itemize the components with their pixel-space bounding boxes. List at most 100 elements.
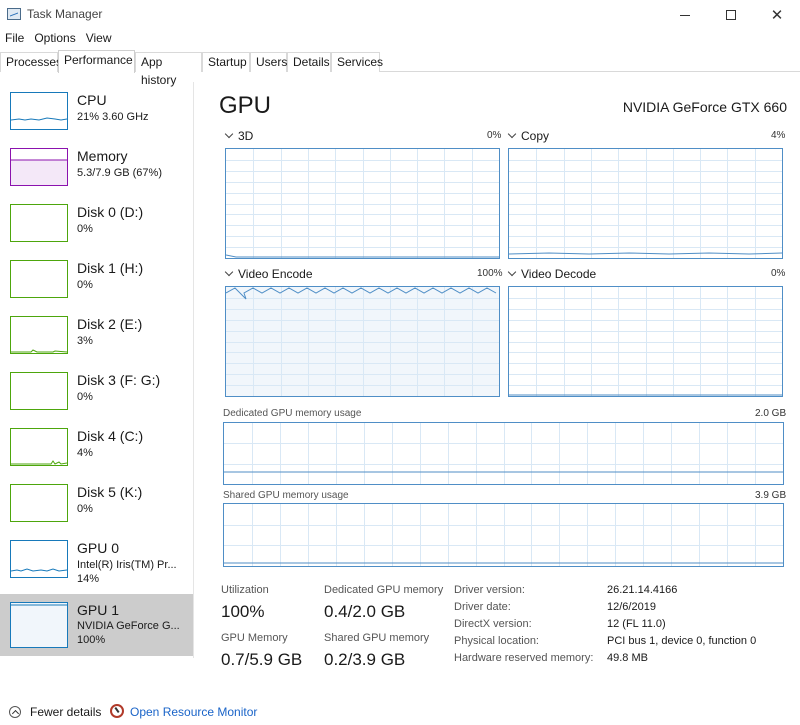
tab-app-history[interactable]: App history — [135, 52, 202, 87]
chevron-down-icon — [507, 267, 517, 277]
sidebar-item-name: Disk 1 (H:) — [77, 260, 144, 276]
graph-grid — [226, 149, 499, 258]
engine-percent: 0% — [487, 130, 502, 141]
resource-monitor-icon[interactable] — [110, 704, 124, 718]
engine-video-decode-graph — [508, 286, 783, 397]
menu-options[interactable]: Options — [29, 30, 80, 48]
sidebar-item-detail: Intel(R) Iris(TM) Pr... — [77, 559, 177, 571]
sidebar-item-name: Disk 0 (D:) — [77, 204, 144, 220]
driver-version-value: 26.21.14.4166 — [607, 584, 678, 596]
chevron-down-icon — [224, 267, 234, 277]
chevron-down-icon — [224, 129, 234, 139]
sidebar-item-detail: 0% — [77, 391, 93, 403]
engine-label: 3D — [238, 129, 254, 143]
close-button[interactable]: ✕ — [754, 0, 800, 30]
engine-copy-selector[interactable]: Copy — [507, 129, 550, 143]
engine-video-encode-selector[interactable]: Video Encode — [224, 267, 313, 281]
sidebar-item-detail: 3% — [77, 335, 93, 347]
title-bar: Task Manager ✕ — [0, 0, 800, 30]
engine-percent: 0% — [771, 268, 786, 279]
maximize-button[interactable] — [708, 0, 754, 30]
sidebar-item-disk-3[interactable]: Disk 3 (F: G:) 0% — [0, 364, 193, 420]
minimize-icon — [680, 14, 690, 16]
dedicated-memory-stat-value: 0.4/2.0 GB — [324, 602, 406, 621]
tab-performance[interactable]: Performance — [58, 50, 135, 73]
engine-video-decode-selector[interactable]: Video Decode — [507, 267, 597, 281]
sidebar-item-detail: 0% — [77, 503, 93, 515]
driver-version-key: Driver version: — [454, 584, 525, 596]
sidebar-item-detail: 5.3/7.9 GB (67%) — [77, 167, 162, 179]
utilization-value: 100% — [221, 602, 265, 621]
gpu-memory-value: 0.7/5.9 GB — [221, 650, 303, 669]
tab-details[interactable]: Details — [287, 52, 331, 72]
maximize-icon — [726, 10, 736, 20]
sidebar-item-disk-5[interactable]: Disk 5 (K:) 0% — [0, 476, 193, 532]
shared-memory-max: 3.9 GB — [755, 490, 787, 501]
shared-memory-graph — [223, 503, 784, 567]
physical-location-key: Physical location: — [454, 635, 539, 647]
disk-thumbnail-graph — [10, 484, 68, 522]
graph-grid — [224, 504, 783, 566]
sidebar-item-detail: 4% — [77, 447, 93, 459]
page-title: GPU — [219, 92, 272, 119]
reserved-memory-value: 49.8 MB — [607, 652, 648, 664]
sidebar-item-name: GPU 0 — [77, 540, 120, 556]
physical-location-value: PCI bus 1, device 0, function 0 — [607, 635, 757, 647]
cpu-thumbnail-graph — [10, 92, 68, 130]
chevron-down-icon — [507, 129, 517, 139]
reserved-memory-key: Hardware reserved memory: — [454, 652, 594, 664]
sidebar-item-name: Disk 2 (E:) — [77, 316, 143, 332]
engine-video-encode-graph — [225, 286, 500, 397]
sidebar-item-cpu[interactable]: CPU 21% 3.60 GHz — [0, 84, 193, 140]
graph-grid — [226, 287, 499, 396]
close-icon: ✕ — [770, 6, 784, 24]
driver-date-value: 12/6/2019 — [607, 601, 656, 613]
sidebar-item-disk-2[interactable]: Disk 2 (E:) 3% — [0, 308, 193, 364]
gpu-model-name: NVIDIA GeForce GTX 660 — [622, 99, 787, 115]
sidebar-item-name: CPU — [77, 92, 107, 108]
open-resource-monitor-link[interactable]: Open Resource Monitor — [130, 705, 257, 719]
fewer-details-link[interactable]: Fewer details — [30, 705, 101, 719]
engine-label: Video Encode — [238, 267, 313, 281]
task-manager-icon — [7, 8, 21, 20]
footer-bar: Fewer details Open Resource Monitor — [0, 700, 800, 725]
sidebar-item-detail: NVIDIA GeForce G... — [77, 620, 180, 632]
collapse-icon[interactable] — [9, 706, 21, 718]
disk-thumbnail-graph — [10, 372, 68, 410]
engine-percent: 4% — [771, 130, 786, 141]
tab-startup[interactable]: Startup — [202, 52, 250, 72]
sidebar-item-usage: 100% — [77, 634, 106, 646]
sidebar-item-gpu-0[interactable]: GPU 0 Intel(R) Iris(TM) Pr... 14% — [0, 532, 193, 588]
window-title: Task Manager — [27, 7, 103, 21]
sidebar-item-disk-0[interactable]: Disk 0 (D:) 0% — [0, 196, 193, 252]
disk-thumbnail-graph — [10, 260, 68, 298]
sidebar-item-memory[interactable]: Memory 5.3/7.9 GB (67%) — [0, 140, 193, 196]
sidebar-item-disk-4[interactable]: Disk 4 (C:) 4% — [0, 420, 193, 476]
sidebar-item-gpu-1[interactable]: GPU 1 NVIDIA GeForce G... 100% — [0, 594, 193, 656]
engine-3d-selector[interactable]: 3D — [224, 129, 254, 143]
tab-services[interactable]: Services — [331, 52, 383, 72]
sidebar-item-name: Disk 5 (K:) — [77, 484, 143, 500]
tab-processes[interactable]: Processes — [0, 52, 62, 72]
disk-thumbnail-graph — [10, 428, 68, 466]
engine-label: Video Decode — [521, 267, 597, 281]
sidebar-item-detail: 21% 3.60 GHz — [77, 111, 149, 123]
shared-memory-stat-value: 0.2/3.9 GB — [324, 650, 406, 669]
disk-thumbnail-graph — [10, 316, 68, 354]
driver-date-key: Driver date: — [454, 601, 511, 613]
engine-label: Copy — [521, 129, 550, 143]
sidebar-item-detail: 0% — [77, 223, 93, 235]
disk-thumbnail-graph — [10, 204, 68, 242]
minimize-button[interactable] — [662, 0, 708, 30]
sidebar-item-name: Memory — [77, 148, 128, 164]
gpu-detail-panel: GPU NVIDIA GeForce GTX 660 3D 0% Copy 4%… — [210, 82, 800, 669]
dedicated-memory-label: Dedicated GPU memory usage — [223, 408, 362, 419]
dedicated-memory-graph — [223, 422, 784, 485]
sidebar-item-disk-1[interactable]: Disk 1 (H:) 0% — [0, 252, 193, 308]
gpu-thumbnail-graph — [10, 602, 68, 648]
tab-users[interactable]: Users — [250, 52, 287, 72]
menu-view[interactable]: View — [81, 30, 117, 48]
menu-file[interactable]: File — [0, 30, 29, 48]
sidebar-item-name: GPU 1 — [77, 602, 120, 618]
graph-grid — [509, 287, 782, 396]
